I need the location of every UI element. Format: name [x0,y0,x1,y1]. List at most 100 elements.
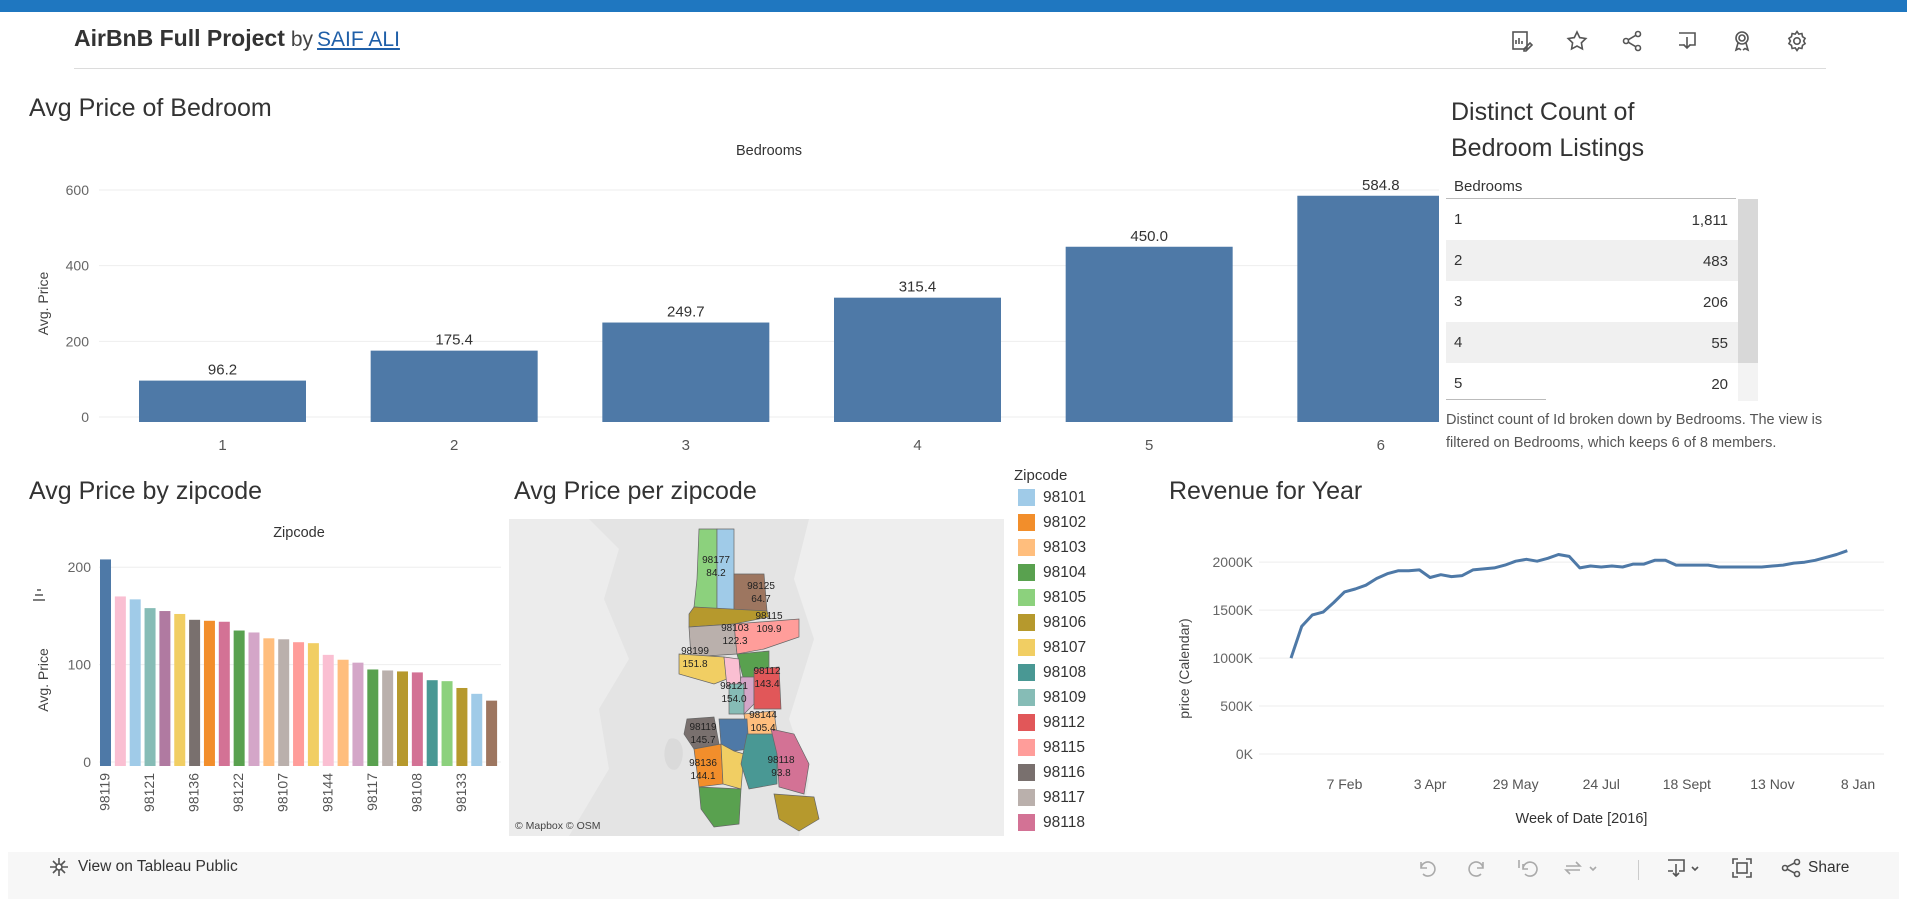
bar[interactable] [382,670,394,766]
x-tick-label: 98133 [453,773,469,812]
bar[interactable] [100,559,111,766]
x-tick-label: 98122 [230,773,246,812]
bar[interactable] [441,681,453,766]
row-bedrooms: 1 [1454,211,1463,228]
zip-chart-title: Avg Price by zipcode [29,477,262,505]
legend-item[interactable]: 98103 [1018,539,1086,561]
bar[interactable] [218,621,230,766]
listings-title-line2: Bedroom Listings [1451,134,1645,162]
bar[interactable] [1297,195,1439,422]
bar[interactable] [426,680,438,766]
x-tick-label: 98119 [97,773,113,811]
listings-title-line1: Distinct Count of [1451,98,1635,126]
download-header-button[interactable] [1672,26,1702,56]
legend-swatch [1018,589,1035,607]
settings-button[interactable] [1782,26,1812,56]
bar[interactable] [337,659,349,766]
bar[interactable] [248,632,260,766]
bar[interactable] [129,599,141,766]
badge-button[interactable] [1727,26,1757,56]
edit-data-icon [1512,31,1534,52]
favorite-button[interactable] [1562,26,1592,56]
bar[interactable] [411,672,423,766]
bar[interactable] [189,619,201,766]
legend-item[interactable]: 98101 [1018,489,1086,511]
table-row[interactable]: 1 1,811 [1446,199,1738,240]
bar[interactable] [233,630,245,766]
legend-item[interactable]: 98105 [1018,589,1086,611]
bar[interactable] [144,608,156,766]
legend-item[interactable]: 98108 [1018,664,1086,686]
legend-item[interactable]: 98104 [1018,564,1086,586]
y-axis-label: Avg. Price [35,648,51,712]
sort-icon[interactable] [33,589,45,601]
bar[interactable] [367,669,379,766]
bar[interactable] [834,297,1001,422]
revert-button[interactable] [1515,856,1539,885]
map-value-label: 154.0 [721,694,746,705]
legend-swatch [1018,664,1035,682]
bar[interactable] [322,654,334,766]
listings-scrollbar-thumb[interactable] [1738,199,1758,363]
table-row[interactable]: 3 206 [1446,281,1738,322]
edit-data-button[interactable] [1507,26,1537,56]
share-button[interactable]: Share [1780,856,1849,880]
map-value-label: 84.2 [706,568,726,579]
map-title: Avg Price per zipcode [514,477,757,505]
legend-item[interactable]: 98109 [1018,689,1086,711]
share-header-button[interactable] [1617,26,1647,56]
listings-scrollbar-track[interactable] [1738,199,1758,401]
bar[interactable] [471,693,483,766]
bar[interactable] [139,380,306,422]
x-tick-label: 1 [218,437,226,454]
bar[interactable] [602,322,770,422]
table-row[interactable]: 4 55 [1446,322,1738,363]
author-link[interactable]: SAIF ALI [317,28,400,51]
legend-item[interactable]: 98116 [1018,764,1085,786]
bar[interactable] [352,662,364,766]
toolbar-divider [1638,860,1639,880]
fullscreen-button[interactable] [1730,856,1754,885]
map-value-label: 105.4 [750,723,775,734]
legend-item[interactable]: 98118 [1018,814,1085,836]
legend-item[interactable]: 98112 [1018,714,1085,736]
bar[interactable] [307,643,319,766]
bar[interactable] [203,620,215,766]
top-accent-bar [0,0,1907,12]
revenue-line[interactable] [1289,549,1848,659]
zipcode-map[interactable]: 98177 84.2 98125 64.7 98115 109.9 98103 … [509,519,1004,836]
bar[interactable] [1065,246,1233,422]
bottom-toolbar [8,852,1899,899]
legend-item[interactable]: 98115 [1018,739,1085,761]
map-zone[interactable] [733,573,768,612]
row-bedrooms: 2 [1454,252,1463,269]
redo-button[interactable] [1465,856,1489,885]
share-label: Share [1808,859,1850,876]
share-icon [1781,858,1801,878]
legend-swatch [1018,764,1035,782]
legend-item[interactable]: 98102 [1018,514,1086,536]
y-axis-label: price (Calendar) [1176,618,1192,718]
legend-item[interactable]: 98107 [1018,639,1086,661]
legend-item[interactable]: 98106 [1018,614,1086,636]
refresh-button[interactable] [1560,856,1600,885]
legend-label: 98104 [1043,564,1087,581]
bar[interactable] [456,687,468,766]
bar[interactable] [370,350,538,422]
download-button[interactable] [1665,856,1705,885]
bar[interactable] [397,671,408,766]
bar[interactable] [486,700,498,766]
bar[interactable] [263,638,275,766]
undo-button[interactable] [1415,856,1439,885]
bar[interactable] [159,611,171,766]
share-icon [1622,30,1642,52]
bar[interactable] [278,639,290,766]
bar[interactable] [174,613,186,766]
bar[interactable] [114,596,126,766]
bar[interactable] [293,642,305,766]
table-row[interactable]: 5 20 [1446,363,1738,401]
view-on-tableau-link[interactable]: View on Tableau Public [48,856,238,878]
table-row[interactable]: 2 483 [1446,240,1738,281]
legend-item[interactable]: 98117 [1018,789,1085,811]
legend-label: 98103 [1043,539,1087,556]
